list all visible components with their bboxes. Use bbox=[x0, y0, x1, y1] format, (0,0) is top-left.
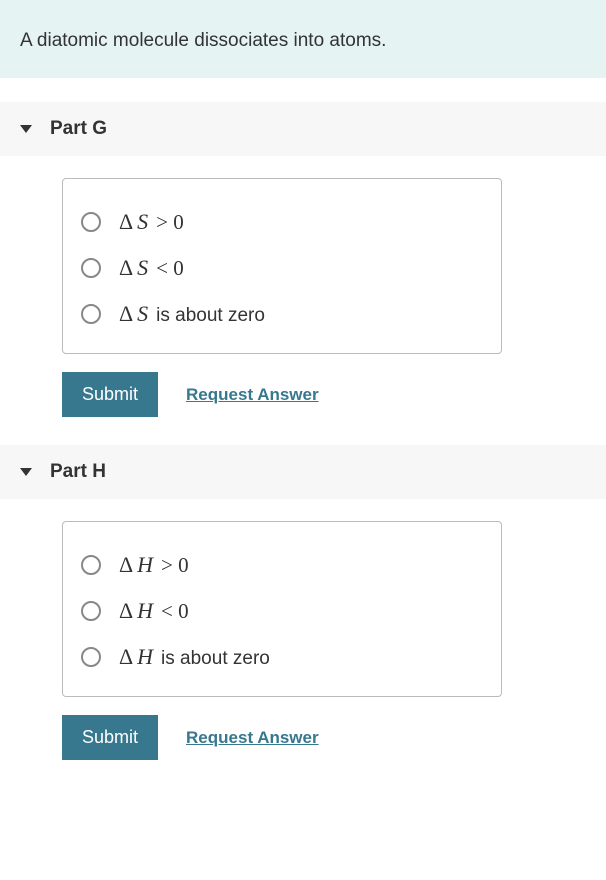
radio-icon[interactable] bbox=[81, 647, 101, 667]
option-label: ΔS < 0 bbox=[119, 255, 184, 281]
submit-button[interactable]: Submit bbox=[62, 372, 158, 417]
delta-symbol: Δ bbox=[119, 255, 133, 281]
delta-symbol: Δ bbox=[119, 598, 133, 624]
option-label: ΔS is about zero bbox=[119, 301, 265, 327]
request-answer-link[interactable]: Request Answer bbox=[186, 385, 319, 405]
radio-icon[interactable] bbox=[81, 212, 101, 232]
part-h-title: Part H bbox=[50, 461, 106, 483]
math-expression: < 0 bbox=[161, 599, 189, 624]
math-variable: S bbox=[137, 255, 148, 281]
option-text: is about zero bbox=[161, 648, 270, 670]
part-h-body: ΔH > 0 ΔH < 0 ΔH is about zero Submi bbox=[0, 499, 606, 760]
part-g-header[interactable]: Part G bbox=[0, 102, 606, 156]
caret-down-icon bbox=[20, 125, 32, 133]
part-g-actions: Submit Request Answer bbox=[62, 372, 606, 417]
radio-icon[interactable] bbox=[81, 304, 101, 324]
math-variable: H bbox=[137, 552, 153, 578]
option-row[interactable]: ΔS > 0 bbox=[81, 199, 483, 245]
option-row[interactable]: ΔS is about zero bbox=[81, 291, 483, 337]
radio-icon[interactable] bbox=[81, 555, 101, 575]
delta-symbol: Δ bbox=[119, 644, 133, 670]
delta-symbol: Δ bbox=[119, 209, 133, 235]
part-h-options: ΔH > 0 ΔH < 0 ΔH is about zero bbox=[62, 521, 502, 697]
part-g-title: Part G bbox=[50, 118, 107, 140]
part-h-header[interactable]: Part H bbox=[0, 445, 606, 499]
math-variable: H bbox=[137, 644, 153, 670]
math-expression: > 0 bbox=[156, 210, 184, 235]
option-row[interactable]: ΔH > 0 bbox=[81, 542, 483, 588]
delta-symbol: Δ bbox=[119, 301, 133, 327]
option-label: ΔH is about zero bbox=[119, 644, 270, 670]
option-row[interactable]: ΔS < 0 bbox=[81, 245, 483, 291]
option-row[interactable]: ΔH is about zero bbox=[81, 634, 483, 680]
part-h-actions: Submit Request Answer bbox=[62, 715, 606, 760]
part-g-options: ΔS > 0 ΔS < 0 ΔS is about zero bbox=[62, 178, 502, 354]
math-expression: < 0 bbox=[156, 256, 184, 281]
part-h-section: Part H ΔH > 0 ΔH < 0 ΔH bbox=[0, 445, 606, 760]
caret-down-icon bbox=[20, 468, 32, 476]
option-label: ΔH < 0 bbox=[119, 598, 189, 624]
math-variable: H bbox=[137, 598, 153, 624]
question-prompt: A diatomic molecule dissociates into ato… bbox=[0, 0, 606, 78]
option-label: ΔH > 0 bbox=[119, 552, 189, 578]
part-g-body: ΔS > 0 ΔS < 0 ΔS is about zero Submi bbox=[0, 156, 606, 417]
radio-icon[interactable] bbox=[81, 601, 101, 621]
math-variable: S bbox=[137, 209, 148, 235]
request-answer-link[interactable]: Request Answer bbox=[186, 728, 319, 748]
submit-button[interactable]: Submit bbox=[62, 715, 158, 760]
math-expression: > 0 bbox=[161, 553, 189, 578]
option-row[interactable]: ΔH < 0 bbox=[81, 588, 483, 634]
delta-symbol: Δ bbox=[119, 552, 133, 578]
part-g-section: Part G ΔS > 0 ΔS < 0 ΔS bbox=[0, 102, 606, 417]
option-label: ΔS > 0 bbox=[119, 209, 184, 235]
option-text: is about zero bbox=[156, 305, 265, 327]
radio-icon[interactable] bbox=[81, 258, 101, 278]
math-variable: S bbox=[137, 301, 148, 327]
